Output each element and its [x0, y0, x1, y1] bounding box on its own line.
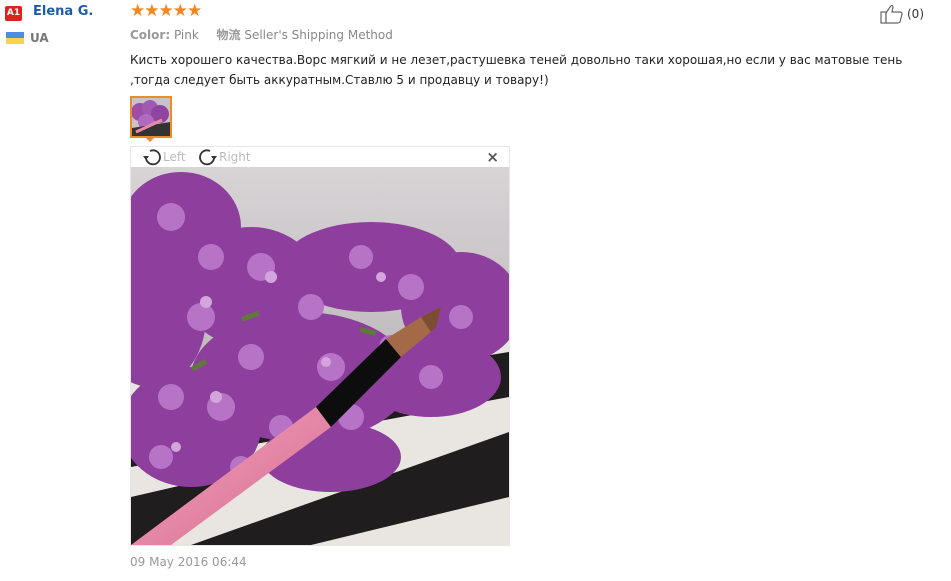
review-photo [131, 167, 509, 545]
reviewer-country: UA [30, 31, 49, 45]
review-date: 09 May 2016 06:44 [130, 555, 247, 569]
color-value: Pink [173, 28, 199, 42]
buyer-level-badge: A1 [5, 6, 22, 21]
rotate-left-icon [143, 149, 161, 166]
rotate-left-button[interactable]: Left [141, 147, 186, 167]
shipping-label: 物流 [216, 28, 241, 42]
rotate-right-label: Right [219, 150, 251, 164]
sku-info: Color: Pink 物流 Seller's Shipping Method [130, 26, 393, 43]
review-text: Кисть хорошего качества.Ворс мягкий и не… [130, 53, 903, 87]
country-flag-icon [6, 32, 24, 44]
photo-viewer: Left Right × [130, 146, 510, 546]
close-viewer-button[interactable]: × [486, 148, 499, 166]
thumbs-up-icon[interactable] [880, 4, 904, 24]
rotate-left-label: Left [163, 150, 186, 164]
rotate-right-icon [199, 149, 217, 166]
reviewer-name: Elena G. [33, 4, 94, 19]
helpful-button[interactable]: (0) [880, 4, 924, 24]
review-photo-thumbnail[interactable] [130, 96, 172, 138]
rotate-right-button[interactable]: Right [197, 147, 251, 167]
viewer-toolbar: Left Right × [131, 147, 509, 167]
helpful-count: (0) [907, 7, 924, 21]
star-rating: ★★★★★ [130, 1, 202, 21]
color-label: Color: [130, 28, 171, 42]
thumbnail-pointer [144, 136, 156, 142]
shipping-value: Seller's Shipping Method [244, 28, 393, 42]
